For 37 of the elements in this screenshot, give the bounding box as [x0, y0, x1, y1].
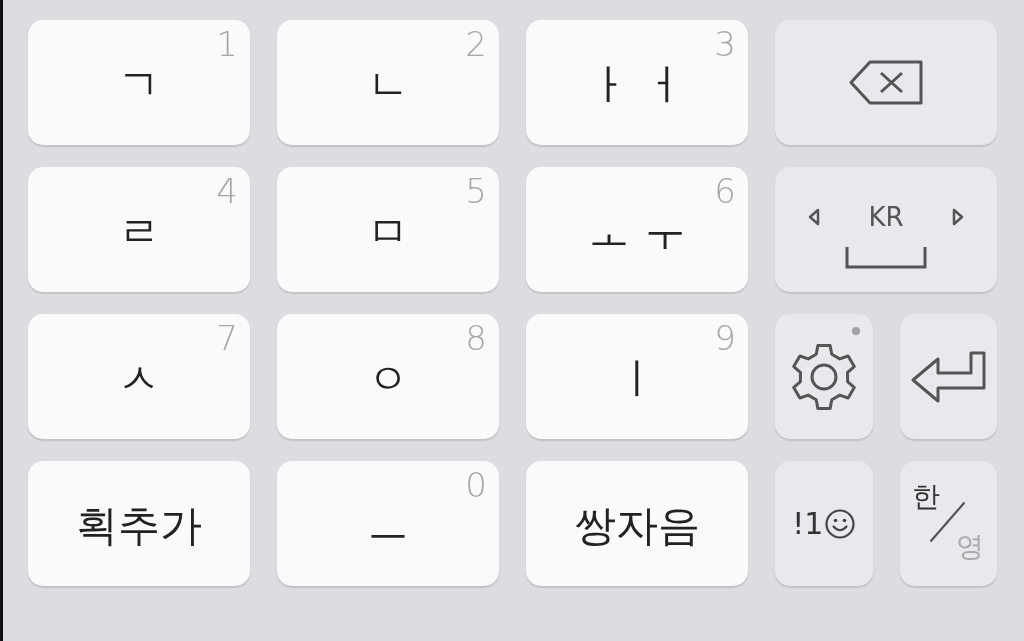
key-hint: 0	[465, 467, 487, 505]
keyboard-key[interactable]: ㅇ 8	[277, 314, 499, 439]
settings-button[interactable]	[775, 314, 873, 439]
key-hint: 7	[216, 320, 238, 358]
keyboard-key[interactable]: ㅅ 7	[28, 314, 250, 439]
key-hint: 9	[714, 320, 736, 358]
key-hint: 3	[714, 26, 736, 64]
space-bar-icon	[845, 247, 927, 269]
keyboard-key[interactable]: 쌍자음	[526, 461, 748, 586]
enter-key[interactable]	[899, 314, 997, 439]
keyboard-key[interactable]: ㅏ ㅓ 3	[526, 20, 748, 145]
key-hint: 5	[465, 173, 487, 211]
keyboard-key[interactable]: ㅣ 9	[526, 314, 748, 439]
keyboard-key[interactable]: ㄴ 2	[277, 20, 499, 145]
enter-icon	[910, 350, 986, 403]
keyboard-key[interactable]: ㅡ 0	[277, 461, 499, 586]
keyboard-key[interactable]: ㄹ 4	[28, 167, 250, 292]
settings-icon	[789, 342, 858, 411]
symbols-key[interactable]: !1	[775, 461, 873, 586]
key-hint: 6	[714, 173, 736, 211]
language-option: 영	[956, 533, 985, 561]
backspace-icon	[849, 60, 923, 105]
key-hint: 2	[465, 26, 487, 64]
backspace-key[interactable]	[775, 20, 997, 145]
left-arrow-icon	[808, 208, 820, 226]
keyboard-key[interactable]: ㅗ ㅜ 6	[526, 167, 748, 292]
keyboard-key[interactable]: ㄱ 1	[28, 20, 250, 145]
language-option: 한	[912, 483, 941, 511]
space-key[interactable]: KR	[775, 167, 997, 292]
key-hint: 8	[465, 320, 487, 358]
smiley-icon	[825, 508, 856, 539]
key-hint: 1	[216, 26, 238, 64]
key-hint: 4	[216, 173, 238, 211]
keyboard-key[interactable]: ㅁ 5	[277, 167, 499, 292]
keyboard-key[interactable]: 획추가	[28, 461, 250, 586]
language-key[interactable]: 한 영	[899, 461, 997, 586]
right-arrow-icon	[952, 208, 964, 226]
